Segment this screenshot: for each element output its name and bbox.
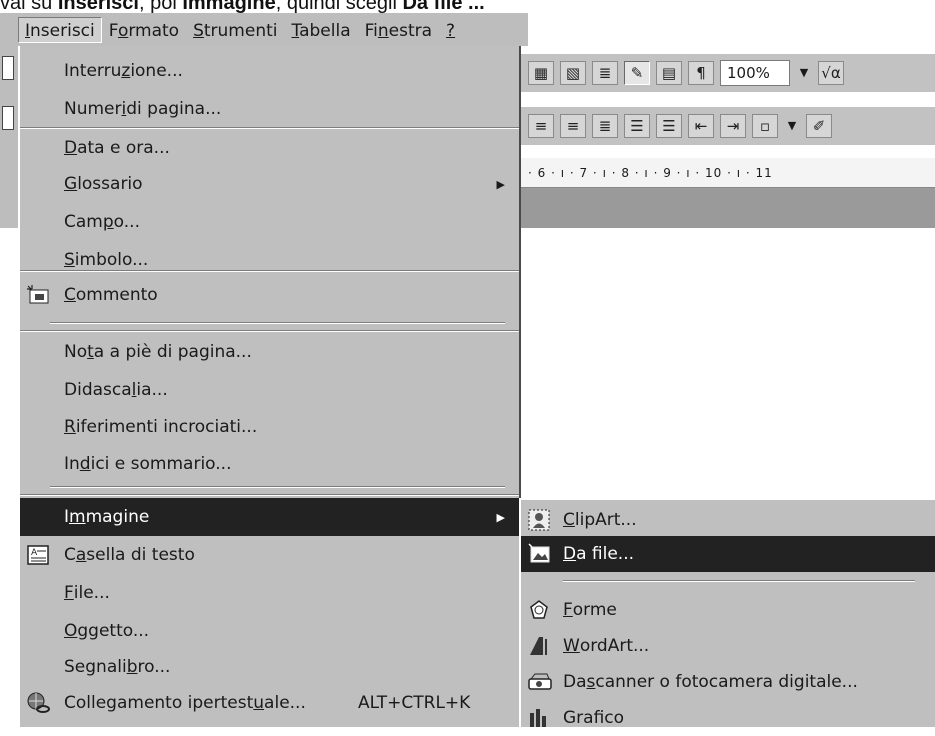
menu-help[interactable]: ? bbox=[439, 17, 462, 43]
autoshapes-icon bbox=[527, 599, 553, 621]
menu-divider bbox=[20, 270, 519, 272]
submenu-item-scanner[interactable]: Da s canner o fotocamera digitale... bbox=[521, 664, 935, 700]
menu-item-file[interactable]: File... bbox=[20, 574, 519, 612]
submenu-item-clipart[interactable]: ClipArt... bbox=[521, 502, 935, 538]
bullets-icon[interactable]: ☰ bbox=[656, 114, 682, 138]
chart-icon bbox=[527, 707, 553, 729]
decrease-indent-icon[interactable]: ⇤ bbox=[688, 114, 714, 138]
menu-separator bbox=[50, 486, 505, 488]
menu-item-oggetto[interactable]: Oggetto... bbox=[20, 612, 519, 650]
menu-divider bbox=[20, 330, 519, 332]
menu-item-didascalia[interactable]: Didasca l ia... bbox=[20, 371, 519, 409]
menu-strumenti[interactable]: Strumenti bbox=[186, 17, 284, 43]
instruction-caption: vai su Inserisci, poi Immagine, quindi s… bbox=[0, 0, 485, 13]
menu-item-simbolo[interactable]: Simbolo... bbox=[20, 241, 519, 279]
formatting-toolbar: ≡ ≡ ≣ ☰ ☰ ⇤ ⇥ ▫ ▼ ✐ bbox=[520, 107, 935, 145]
menu-item-segnalibro[interactable]: Segnali b ro... bbox=[20, 648, 519, 686]
image-submenu: ClipArt... Da file... Forme WordArt... D… bbox=[519, 498, 935, 728]
menu-item-indici[interactable]: In d ici e sommario... bbox=[20, 445, 519, 483]
menu-item-campo[interactable]: Cam p o... bbox=[20, 203, 519, 241]
borders-dropdown-icon[interactable]: ▼ bbox=[784, 114, 800, 138]
numbering-icon[interactable]: ☰ bbox=[624, 114, 650, 138]
menu-tabella[interactable]: Tabella bbox=[285, 17, 358, 43]
left-edge-toolbar bbox=[0, 46, 18, 228]
insert-excel-icon[interactable]: ▧ bbox=[560, 61, 586, 85]
submenu-item-grafico[interactable]: Grafico bbox=[521, 700, 935, 736]
text-box-icon: A bbox=[26, 544, 50, 566]
menu-divider bbox=[20, 494, 519, 496]
document-map-icon[interactable]: ▤ bbox=[656, 61, 682, 85]
wordart-icon bbox=[527, 635, 553, 657]
submenu-item-da-file[interactable]: Da file... bbox=[521, 536, 935, 572]
increase-indent-icon[interactable]: ⇥ bbox=[720, 114, 746, 138]
picture-from-file-icon bbox=[527, 543, 553, 565]
submenu-arrow-icon: ▶ bbox=[496, 510, 505, 524]
scanner-camera-icon bbox=[527, 671, 553, 693]
submenu-item-forme[interactable]: Forme bbox=[521, 592, 935, 628]
borders-icon[interactable]: ▫ bbox=[752, 114, 778, 138]
horizontal-ruler: · 6 · ı · 7 · ı · 8 · ı · 9 · ı · 10 · ı… bbox=[520, 158, 935, 188]
comment-icon bbox=[26, 284, 50, 306]
svg-text:A: A bbox=[31, 548, 38, 558]
columns-icon[interactable]: ≣ bbox=[592, 61, 618, 85]
insert-menu-dropdown: Interru z ione... Numer i di pagina... Data… bbox=[18, 46, 521, 727]
menu-inserisci[interactable]: Inserisci bbox=[18, 16, 102, 43]
clipart-icon bbox=[527, 509, 553, 531]
document-top-area bbox=[520, 188, 935, 228]
menu-item-data-ora[interactable]: Data e ora... bbox=[20, 129, 519, 167]
submenu-arrow-icon: ▶ bbox=[496, 177, 505, 191]
menu-separator bbox=[50, 322, 505, 324]
show-formatting-icon[interactable]: ¶ bbox=[688, 61, 714, 85]
menu-item-commento[interactable]: Commento bbox=[20, 276, 519, 314]
menu-formato[interactable]: Formato bbox=[102, 17, 186, 43]
submenu-item-wordart[interactable]: WordArt... bbox=[521, 628, 935, 664]
shortcut-label: ALT+CTRL+K bbox=[358, 693, 471, 713]
toolbar-edge-marker bbox=[2, 56, 14, 80]
menu-item-collegamento[interactable]: Collegamento ipertest u ale... ALT+CTRL+K bbox=[20, 684, 519, 722]
menu-item-interruzione[interactable]: Interru z ione... bbox=[20, 52, 519, 90]
menu-item-numeri-pagina[interactable]: Numer i di pagina... bbox=[20, 90, 519, 128]
justify-icon[interactable]: ≣ bbox=[592, 114, 618, 138]
menu-item-casella-testo[interactable]: A Ca sella di testo bbox=[20, 536, 519, 574]
standard-toolbar: ▦ ▧ ≣ ✎ ▤ ¶ 100% ▼ √α bbox=[520, 54, 935, 92]
menu-bar: Inserisci Formato Strumenti Tabella Fine… bbox=[0, 13, 528, 46]
hyperlink-globe-icon bbox=[26, 692, 50, 714]
menu-item-glossario[interactable]: Glossario ▶ bbox=[20, 165, 519, 203]
zoom-select[interactable]: 100% bbox=[720, 60, 790, 86]
drawing-icon[interactable]: ✎ bbox=[624, 61, 650, 85]
zoom-dropdown-icon[interactable]: ▼ bbox=[796, 61, 812, 85]
submenu-separator bbox=[563, 580, 915, 582]
align-right-icon[interactable]: ≡ bbox=[560, 114, 586, 138]
menu-finestra[interactable]: Finestra bbox=[358, 17, 439, 43]
highlight-icon[interactable]: ✐ bbox=[806, 114, 832, 138]
menu-item-riferimenti[interactable]: Riferimenti incrociati... bbox=[20, 408, 519, 446]
align-center-icon[interactable]: ≡ bbox=[528, 114, 554, 138]
toolbar-edge-marker bbox=[2, 106, 14, 130]
insert-table-icon[interactable]: ▦ bbox=[528, 61, 554, 85]
equation-icon[interactable]: √α bbox=[818, 61, 844, 85]
menu-item-immagine[interactable]: Im magine ▶ bbox=[20, 498, 519, 536]
menu-item-nota-pie-pagina[interactable]: No t a a piè di pagina... bbox=[20, 333, 519, 371]
